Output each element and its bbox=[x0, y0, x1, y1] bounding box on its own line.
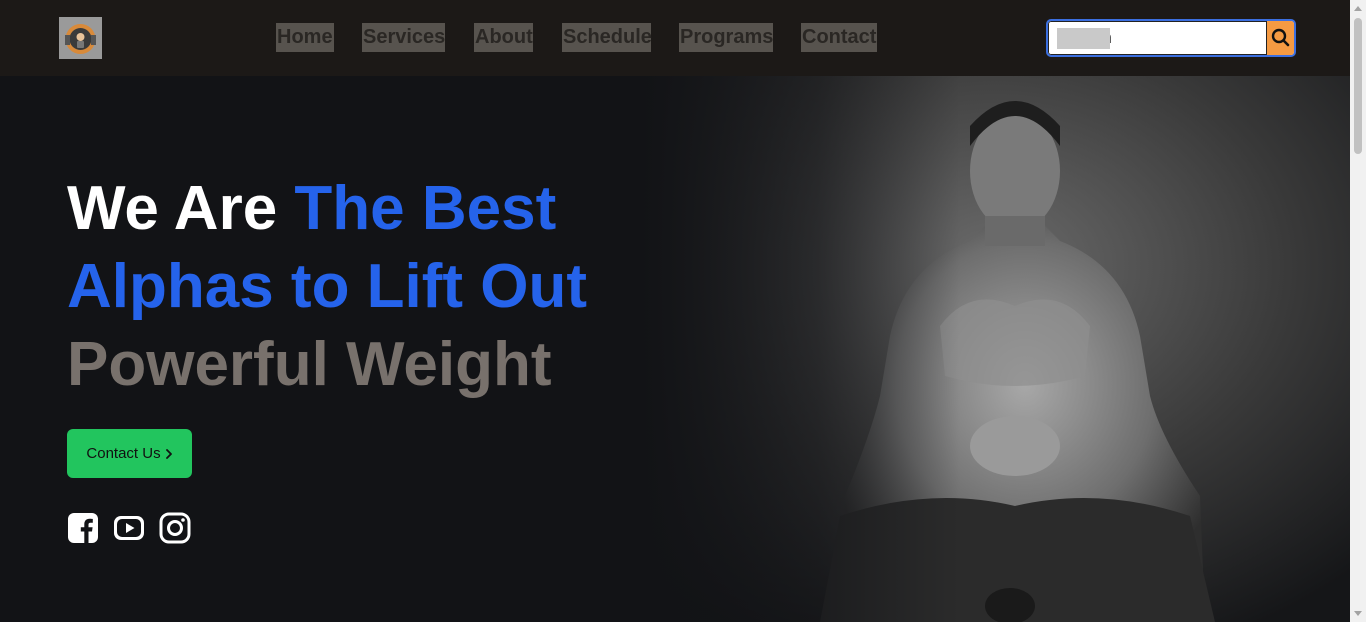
bodybuilder-photo bbox=[640, 76, 1350, 622]
nav-about[interactable]: About bbox=[474, 23, 533, 52]
headline-alphas: Alphas to Lift Out bbox=[67, 252, 588, 321]
search-button[interactable] bbox=[1267, 21, 1294, 55]
scroll-up-icon[interactable] bbox=[1354, 6, 1362, 11]
scrollbar-thumb[interactable] bbox=[1354, 18, 1362, 154]
nav-schedule[interactable]: Schedule bbox=[562, 23, 652, 52]
headline-we-are: We Are bbox=[67, 174, 295, 243]
search-input[interactable] bbox=[1048, 21, 1267, 55]
headline-powerful: Powerful Weight bbox=[67, 330, 552, 399]
page-scrollbar[interactable] bbox=[1350, 0, 1366, 622]
facebook-icon[interactable] bbox=[67, 512, 99, 544]
hero-headline: We Are The Best Alphas to Lift Out Power… bbox=[67, 170, 587, 404]
headline-the-best: The Best bbox=[294, 174, 557, 243]
gym-kettlebell-logo-icon[interactable] bbox=[59, 17, 102, 59]
nav-programs[interactable]: Programs bbox=[679, 23, 773, 52]
youtube-icon[interactable] bbox=[113, 512, 145, 544]
search-bar bbox=[1046, 19, 1296, 57]
chevron-right-icon bbox=[165, 448, 172, 459]
navbar: Home Services About Schedule Programs Co… bbox=[0, 0, 1350, 76]
nav-contact[interactable]: Contact bbox=[801, 23, 877, 52]
nav-home[interactable]: Home bbox=[276, 23, 334, 52]
search-icon bbox=[1271, 28, 1290, 47]
instagram-icon[interactable] bbox=[159, 512, 191, 544]
nav-services[interactable]: Services bbox=[362, 23, 445, 52]
hero-section: We Are The Best Alphas to Lift Out Power… bbox=[0, 76, 1350, 622]
contact-us-button[interactable]: Contact Us bbox=[67, 429, 192, 478]
headline-line-1: We Are The Best bbox=[67, 170, 587, 248]
contact-us-label: Contact Us bbox=[86, 445, 161, 462]
scroll-down-icon[interactable] bbox=[1354, 611, 1362, 616]
